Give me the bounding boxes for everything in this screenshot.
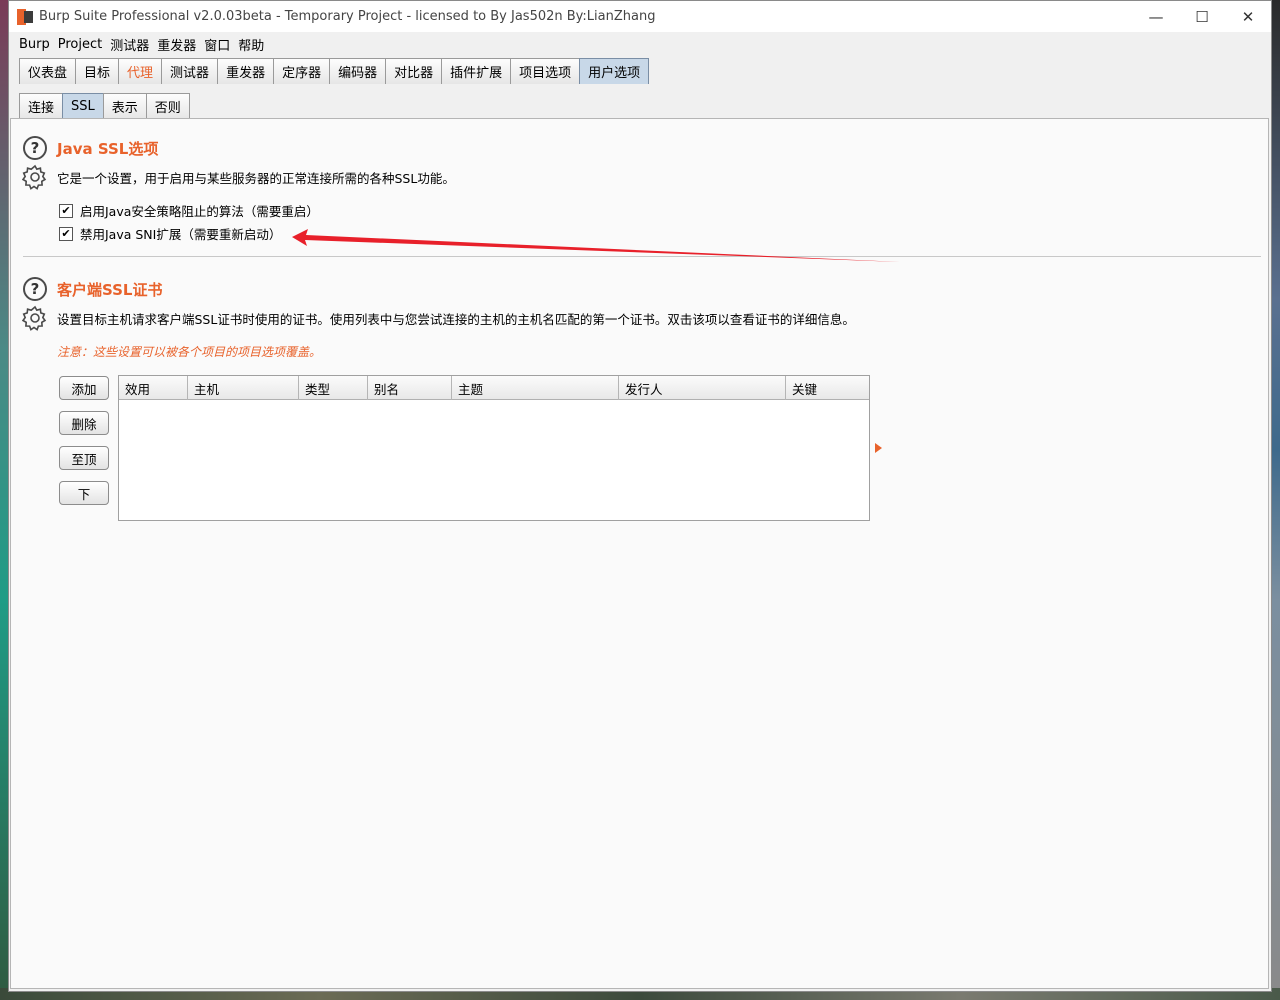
column-type[interactable]: 类型 (299, 376, 368, 400)
add-button[interactable]: 添加 (59, 376, 109, 400)
menu-help[interactable]: 帮助 (238, 35, 264, 54)
menu-bar: Burp Project 测试器 重发器 窗口 帮助 (9, 32, 1271, 56)
subtab-ssl[interactable]: SSL (62, 93, 104, 119)
tab-user-options[interactable]: 用户选项 (579, 58, 650, 84)
window-controls: — ☐ ✕ (1133, 1, 1271, 32)
column-enabled[interactable]: 效用 (119, 376, 188, 400)
close-icon[interactable]: ✕ (1225, 1, 1271, 32)
java-ssl-description: 它是一个设置，用于启用与某些服务器的正常连接所需的各种SSL功能。 (57, 171, 455, 186)
menu-window[interactable]: 窗口 (204, 35, 230, 54)
tab-sequencer[interactable]: 定序器 (273, 58, 331, 84)
title-bar: Burp Suite Professional v2.0.03beta - Te… (9, 1, 1271, 32)
java-ssl-title: Java SSL选项 (57, 140, 159, 158)
window-title: Burp Suite Professional v2.0.03beta - Te… (39, 9, 656, 24)
subtab-misc[interactable]: 否则 (145, 93, 190, 119)
tab-target[interactable]: 目标 (75, 58, 120, 84)
column-host[interactable]: 主机 (188, 376, 299, 400)
option-enable-blocked-algorithms[interactable]: ✔ 启用Java安全策略阻止的算法（需要重启） (59, 201, 319, 220)
checkbox-disable-sni[interactable]: ✔ (59, 226, 73, 241)
client-cert-description: 设置目标主机请求客户端SSL证书时使用的证书。使用列表中与您尝试连接的主机的主机… (57, 312, 855, 327)
ssl-panel: ? Java SSL选项 它是一个设置，用于启用与某些服务器的正常连接所需的各种… (10, 118, 1269, 989)
tab-extender[interactable]: 插件扩展 (441, 58, 512, 84)
subtab-connections[interactable]: 连接 (19, 93, 64, 119)
column-subject[interactable]: 主题 (452, 376, 619, 400)
tab-repeater[interactable]: 重发器 (217, 58, 275, 84)
minimize-icon[interactable]: — (1133, 1, 1179, 32)
menu-intruder[interactable]: 测试器 (110, 35, 149, 54)
help-icon[interactable]: ? (23, 136, 47, 160)
main-tabs: 仪表盘 目标 代理 测试器 重发器 定序器 编码器 对比器 插件扩展 项目选项 … (9, 56, 1271, 84)
help-icon[interactable]: ? (23, 277, 47, 301)
tab-intruder[interactable]: 测试器 (161, 58, 219, 84)
tab-decoder[interactable]: 编码器 (329, 58, 387, 84)
gear-icon[interactable] (22, 164, 48, 190)
burp-logo-icon (17, 8, 33, 25)
checkbox-enable-blocked-algorithms[interactable]: ✔ (59, 203, 73, 218)
tab-comparer[interactable]: 对比器 (385, 58, 443, 84)
option-label: 禁用Java SNI扩展（需要重新启动） (80, 227, 282, 242)
remove-button[interactable]: 删除 (59, 411, 109, 435)
move-up-button[interactable]: 至顶 (59, 446, 109, 470)
option-disable-sni[interactable]: ✔ 禁用Java SNI扩展（需要重新启动） (59, 224, 281, 243)
column-key[interactable]: 关键 (786, 376, 869, 400)
tab-dashboard[interactable]: 仪表盘 (19, 58, 77, 84)
column-issuer[interactable]: 发行人 (619, 376, 786, 400)
move-down-button[interactable]: 下 (59, 481, 109, 505)
tab-proxy[interactable]: 代理 (118, 58, 163, 84)
client-cert-title: 客户端SSL证书 (57, 281, 163, 299)
table-header: 效用 主机 类型 别名 主题 发行人 关键 (119, 376, 869, 400)
column-alias[interactable]: 别名 (368, 376, 452, 400)
expand-arrow-icon[interactable] (875, 443, 882, 453)
client-cert-table[interactable]: 效用 主机 类型 别名 主题 发行人 关键 (118, 375, 870, 521)
menu-project[interactable]: Project (58, 37, 102, 52)
gear-icon[interactable] (22, 305, 48, 331)
override-note: 注意：这些设置可以被各个项目的项目选项覆盖。 (57, 345, 322, 359)
menu-repeater[interactable]: 重发器 (157, 35, 196, 54)
option-label: 启用Java安全策略阻止的算法（需要重启） (80, 204, 319, 219)
maximize-icon[interactable]: ☐ (1179, 1, 1225, 32)
burp-window: Burp Suite Professional v2.0.03beta - Te… (8, 0, 1272, 992)
sub-tabs: 连接 SSL 表示 否则 (19, 93, 190, 119)
section-divider (23, 256, 1261, 257)
subtab-display[interactable]: 表示 (102, 93, 147, 119)
desktop-edge-right (1272, 0, 1280, 1000)
menu-burp[interactable]: Burp (19, 37, 50, 52)
tab-project-options[interactable]: 项目选项 (510, 58, 581, 84)
